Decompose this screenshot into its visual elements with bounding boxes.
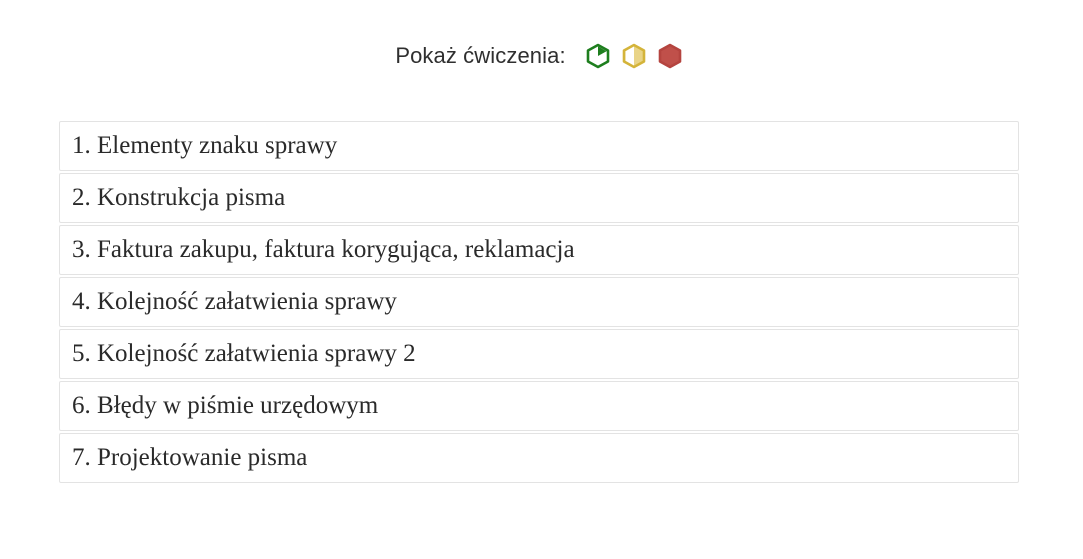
exercise-title: 6. Błędy w piśmie urzędowym: [72, 392, 379, 419]
exercise-filter-bar: Pokaż ćwiczenia:: [0, 38, 1083, 74]
exercise-title: 2. Konstrukcja pisma: [72, 184, 286, 211]
exercise-item[interactable]: 6. Błędy w piśmie urzędowym: [59, 381, 1019, 431]
exercise-title: 5. Kolejność załatwienia sprawy 2: [72, 340, 416, 367]
hard-level-icon[interactable]: [657, 43, 683, 69]
exercise-title: 4. Kolejność załatwienia sprawy: [72, 288, 397, 315]
exercise-item[interactable]: 7. Projektowanie pisma: [59, 433, 1019, 483]
exercise-item[interactable]: 3. Faktura zakupu, faktura korygująca, r…: [59, 225, 1019, 275]
exercise-title: 7. Projektowanie pisma: [72, 444, 308, 471]
medium-level-icon[interactable]: [621, 43, 647, 69]
exercise-item[interactable]: 2. Konstrukcja pisma: [59, 173, 1019, 223]
filter-label: Pokaż ćwiczenia:: [395, 43, 566, 68]
exercise-title: 1. Elementy znaku sprawy: [72, 132, 338, 159]
exercise-list: 1. Elementy znaku sprawy 2. Konstrukcja …: [59, 121, 1019, 485]
easy-level-icon[interactable]: [585, 43, 611, 69]
exercise-item[interactable]: 1. Elementy znaku sprawy: [59, 121, 1019, 171]
exercise-item[interactable]: 4. Kolejność załatwienia sprawy: [59, 277, 1019, 327]
exercise-item[interactable]: 5. Kolejność załatwienia sprawy 2: [59, 329, 1019, 379]
exercise-title: 3. Faktura zakupu, faktura korygująca, r…: [72, 236, 575, 263]
